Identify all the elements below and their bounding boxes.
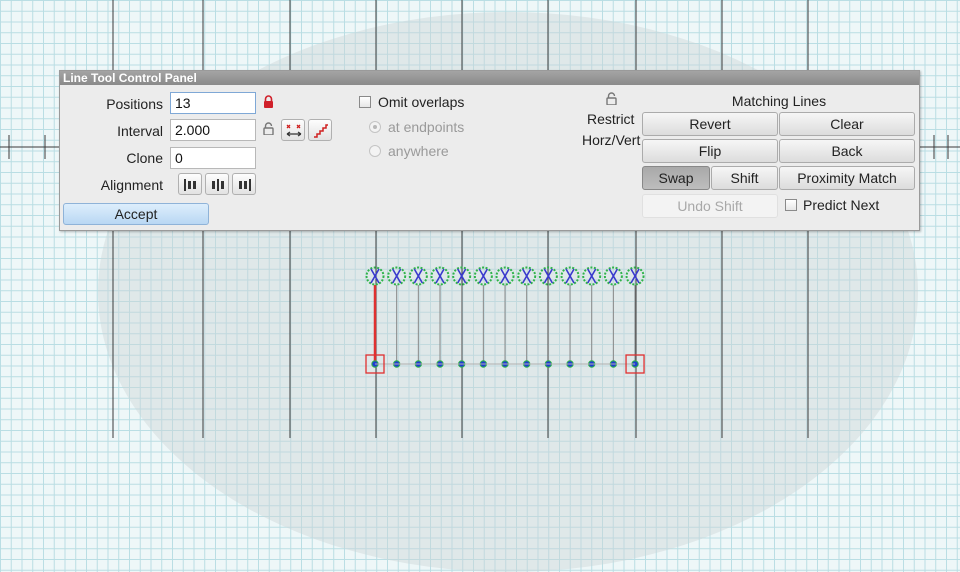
back-button[interactable]: Back bbox=[779, 139, 915, 163]
position-marker-cross bbox=[500, 268, 510, 284]
predict-next-checkbox[interactable] bbox=[785, 199, 797, 211]
restrict-lock-icon[interactable] bbox=[606, 92, 617, 108]
align-left-icon[interactable] bbox=[178, 173, 202, 195]
align-center-icon[interactable] bbox=[205, 173, 229, 195]
position-marker-cross bbox=[608, 268, 619, 284]
anywhere-radio[interactable] bbox=[369, 145, 381, 157]
anywhere-label: anywhere bbox=[388, 143, 449, 159]
revert-button[interactable]: Revert bbox=[642, 112, 778, 136]
proximity-match-button[interactable]: Proximity Match bbox=[779, 166, 915, 190]
matching-lines-header: Matching Lines bbox=[731, 93, 827, 109]
clone-input[interactable] bbox=[170, 147, 256, 169]
flip-button[interactable]: Flip bbox=[642, 139, 778, 163]
undo-shift-button[interactable]: Undo Shift bbox=[642, 194, 778, 218]
position-marker-cross bbox=[435, 268, 445, 284]
swap-button[interactable]: Swap bbox=[642, 166, 710, 190]
stair-step-icon[interactable] bbox=[308, 119, 332, 141]
restrict-label: Restrict bbox=[587, 111, 635, 127]
interval-input[interactable] bbox=[170, 119, 256, 141]
accept-button[interactable]: Accept bbox=[63, 203, 209, 225]
clone-label: Clone bbox=[126, 150, 163, 166]
clear-button[interactable]: Clear bbox=[779, 112, 915, 136]
position-marker-cross bbox=[391, 268, 402, 284]
position-marker-cross bbox=[630, 268, 640, 284]
at-endpoints-radio[interactable] bbox=[369, 121, 381, 133]
interval-label: Interval bbox=[117, 123, 163, 139]
align-right-icon[interactable] bbox=[232, 173, 256, 195]
positions-input[interactable] bbox=[170, 92, 256, 114]
alignment-label: Alignment bbox=[100, 177, 163, 193]
position-marker-cross bbox=[565, 268, 575, 284]
positions-label: Positions bbox=[106, 96, 163, 112]
at-endpoints-label: at endpoints bbox=[388, 119, 465, 135]
position-marker-cross bbox=[587, 268, 597, 284]
distribute-endpoints-icon[interactable] bbox=[281, 119, 305, 141]
position-marker-cross bbox=[478, 268, 489, 284]
shift-button[interactable]: Shift bbox=[711, 166, 778, 190]
omit-overlaps-checkbox[interactable] bbox=[359, 96, 371, 108]
line-tool-control-panel: Line Tool Control Panel Positions Interv… bbox=[59, 70, 920, 231]
lock-closed-icon[interactable] bbox=[263, 95, 274, 111]
lock-open-icon[interactable] bbox=[263, 122, 274, 138]
omit-overlaps-label: Omit overlaps bbox=[378, 94, 465, 110]
horz-vert-label: Horz/Vert bbox=[582, 132, 641, 148]
panel-title[interactable]: Line Tool Control Panel bbox=[60, 71, 919, 85]
position-marker-cross bbox=[521, 268, 532, 284]
position-marker-cross bbox=[413, 268, 424, 284]
predict-next-label: Predict Next bbox=[803, 197, 880, 213]
position-marker-cross bbox=[370, 268, 380, 284]
